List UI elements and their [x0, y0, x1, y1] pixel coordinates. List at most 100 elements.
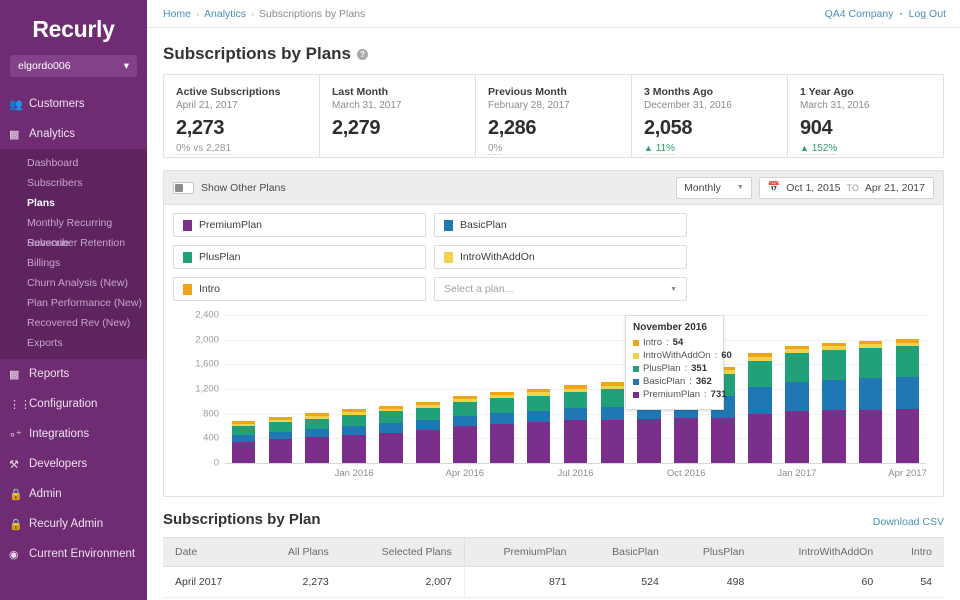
cell-date: April 2017: [163, 567, 256, 598]
column-header-introwithaddon[interactable]: IntroWithAddOn: [756, 538, 885, 567]
legend-chip-premiumplan[interactable]: PremiumPlan: [173, 213, 426, 237]
legend-chip-basicplan[interactable]: BasicPlan: [434, 213, 687, 237]
x-axis-tick-label: Jul 2016: [558, 468, 594, 479]
chart-bar-segment: [601, 420, 625, 463]
tooltip-label: Intro: [643, 336, 662, 349]
tooltip-label: PremiumPlan: [643, 388, 700, 401]
sidebar-item-recurly-admin[interactable]: 🔒 Recurly Admin: [0, 509, 147, 539]
chart-bar[interactable]: [601, 382, 625, 463]
sidebar-item-developers[interactable]: ⚒ Developers: [0, 449, 147, 479]
sidebar-item-configuration[interactable]: ⋮⋮ Configuration: [0, 389, 147, 419]
date-range-picker[interactable]: 📅 Oct 1, 2015 TO Apr 21, 2017: [759, 177, 934, 199]
x-axis-tick-label: Apr 2017: [888, 468, 927, 479]
toggle-switch[interactable]: [173, 182, 194, 194]
chart-bar-segment: [305, 419, 329, 430]
chart-gridline: [225, 315, 926, 316]
kpi-date: March 31, 2017: [332, 100, 463, 111]
chart-bar-segment: [564, 392, 588, 408]
chart-bar-segment: [896, 346, 920, 377]
chart-bar[interactable]: [564, 385, 588, 463]
chart-bar[interactable]: [748, 353, 772, 463]
chart-bar[interactable]: [416, 402, 440, 463]
user-links: QA4 Company • Log Out: [825, 8, 946, 20]
sidebar-item-current-environment[interactable]: ◉ Current Environment: [0, 539, 147, 569]
sidebar-subitem-subscriber-retention[interactable]: Subscriber Retention: [0, 233, 147, 253]
sidebar-item-admin[interactable]: 🔒 Admin: [0, 479, 147, 509]
logout-link[interactable]: Log Out: [909, 8, 946, 20]
kpi-delta-value: 11%: [656, 143, 675, 154]
sidebar-item-label: Customers: [29, 98, 85, 110]
sidebar-item-label: Recurly Admin: [29, 518, 103, 530]
column-header-basicplan[interactable]: BasicPlan: [579, 538, 671, 567]
kpi-delta-value: 152%: [812, 143, 838, 154]
chart-bar[interactable]: [785, 346, 809, 463]
sidebar-subitem-plan-performance[interactable]: Plan Performance (New): [0, 293, 147, 313]
sidebar-item-integrations[interactable]: ∘⁺ Integrations: [0, 419, 147, 449]
breadcrumb-analytics[interactable]: Analytics: [204, 8, 246, 20]
account-selector[interactable]: elgordo006 ▾: [10, 55, 137, 77]
chart-bar-segment: [269, 439, 293, 463]
show-other-plans-toggle[interactable]: Show Other Plans: [173, 182, 286, 194]
chart-bar[interactable]: [490, 392, 514, 463]
column-header-date[interactable]: Date: [163, 538, 256, 567]
breadcrumb-home[interactable]: Home: [163, 8, 191, 20]
chart-bar[interactable]: [896, 339, 920, 463]
account-name: elgordo006: [18, 60, 71, 72]
chart-bar[interactable]: [232, 421, 256, 463]
column-header-plusplan[interactable]: PlusPlan: [671, 538, 756, 567]
chart-bar-segment: [416, 408, 440, 421]
chart-bar-segment: [822, 380, 846, 411]
sidebar-item-analytics[interactable]: ▩ Analytics: [0, 119, 147, 149]
chart-bar[interactable]: [453, 396, 477, 463]
chart-bar[interactable]: [379, 405, 403, 463]
sidebar-item-customers[interactable]: 👥 Customers: [0, 89, 147, 119]
column-header-premiumplan[interactable]: PremiumPlan: [464, 538, 578, 567]
column-header-intro[interactable]: Intro: [885, 538, 944, 567]
kpi-cards: Active Subscriptions April 21, 2017 2,27…: [163, 74, 944, 158]
chart-bar-segment: [379, 411, 403, 423]
sidebar-subitem-plans[interactable]: Plans: [0, 193, 147, 213]
interval-select[interactable]: Monthly ▼: [676, 177, 752, 199]
chart-bar[interactable]: [269, 417, 293, 463]
cell-selected-plans: 2,007: [341, 567, 464, 598]
kpi-label: 3 Months Ago: [644, 86, 775, 98]
sidebar-subitem-churn-analysis[interactable]: Churn Analysis (New): [0, 273, 147, 293]
column-header-all-plans[interactable]: All Plans: [256, 538, 341, 567]
tooltip-title: November 2016: [633, 322, 716, 333]
chart-bar[interactable]: [305, 413, 329, 463]
chart-bar-segment: [232, 426, 256, 435]
legend-chip-intro[interactable]: Intro: [173, 277, 426, 301]
chart-bar[interactable]: [342, 409, 366, 463]
download-csv-link[interactable]: Download CSV: [873, 516, 944, 528]
sidebar-subitem-recovered-rev[interactable]: Recovered Rev (New): [0, 313, 147, 333]
legend-chip-introwithaddon[interactable]: IntroWithAddOn: [434, 245, 687, 269]
chart-bar-segment: [490, 424, 514, 463]
sidebar-item-reports[interactable]: ▩ Reports: [0, 359, 147, 389]
chart-bar[interactable]: [527, 389, 551, 463]
kpi-delta: ▲ 152%: [800, 143, 837, 155]
tooltip-value: 351: [691, 362, 707, 375]
sidebar-subitem-dashboard[interactable]: Dashboard: [0, 153, 147, 173]
chart-panel: Show Other Plans Monthly ▼ 📅 Oct 1, 2015…: [163, 170, 944, 497]
chart-bar-segment: [269, 422, 293, 432]
sidebar-subitem-subscribers[interactable]: Subscribers: [0, 173, 147, 193]
chart-bar-segment: [674, 418, 698, 463]
tooltip-row: Intro: 54: [633, 336, 716, 349]
chevron-right-icon: ›: [196, 9, 199, 19]
column-header-selected-plans[interactable]: Selected Plans: [341, 538, 464, 567]
plan-legend: PremiumPlan BasicPlan PlusPlan IntroWith…: [164, 205, 943, 305]
chart-bar-segment: [859, 348, 883, 378]
company-link[interactable]: QA4 Company: [825, 8, 894, 20]
sidebar-subitem-exports[interactable]: Exports: [0, 333, 147, 353]
chart-bar-segment: [748, 361, 772, 388]
chart-bar-segment: [453, 402, 477, 416]
question-mark-icon[interactable]: ?: [357, 49, 368, 60]
toggle-label: Show Other Plans: [201, 182, 286, 194]
y-axis-tick-label: 400: [203, 433, 219, 444]
chart-bar[interactable]: [822, 343, 846, 463]
chart-bar[interactable]: [859, 341, 883, 463]
legend-chip-plusplan[interactable]: PlusPlan: [173, 245, 426, 269]
sidebar-subitem-mrr[interactable]: Monthly Recurring Revenue: [0, 213, 147, 233]
plan-select-dropdown[interactable]: Select a plan... ▼: [434, 277, 687, 301]
sidebar-subitem-billings[interactable]: Billings: [0, 253, 147, 273]
